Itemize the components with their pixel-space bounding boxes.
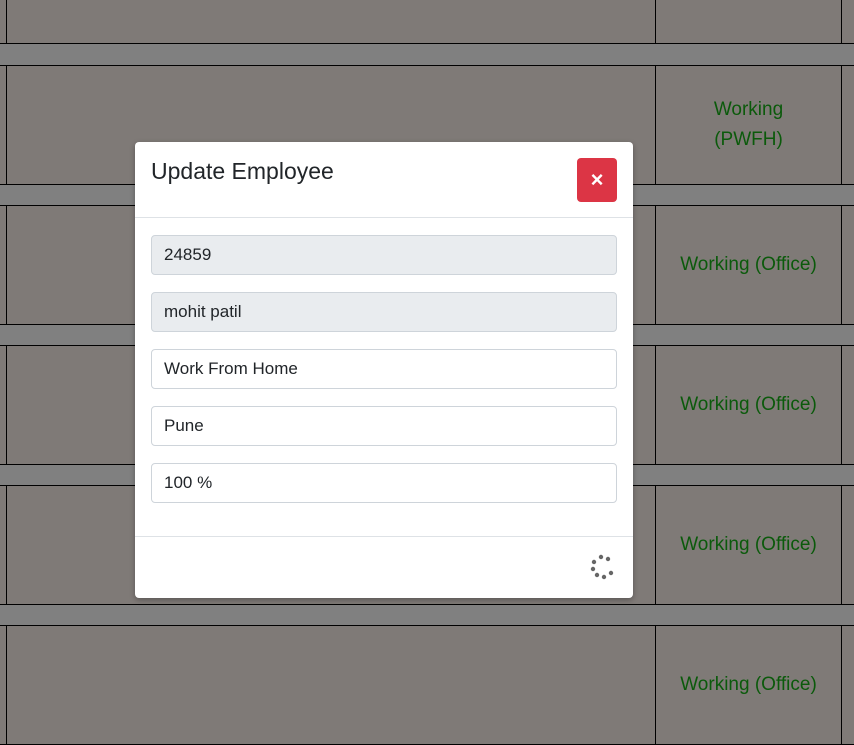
status-cell: Working (Office) bbox=[680, 254, 817, 275]
table-row: Working (Office) bbox=[0, 625, 854, 745]
close-button[interactable]: × bbox=[577, 158, 617, 202]
status-cell: Working (Office) bbox=[680, 534, 817, 555]
modal-title: Update Employee bbox=[151, 158, 334, 184]
percentage-field[interactable] bbox=[151, 463, 617, 503]
work-mode-field[interactable] bbox=[151, 349, 617, 389]
status-cell: Working (Office) bbox=[680, 394, 817, 415]
modal-header: Update Employee × bbox=[135, 142, 633, 218]
status-cell bbox=[656, 0, 841, 43]
modal-footer bbox=[135, 536, 633, 598]
employee-name-field[interactable] bbox=[151, 292, 617, 332]
status-cell: Working (PWFH) bbox=[713, 99, 784, 150]
table-row bbox=[0, 0, 854, 44]
employee-id-field[interactable] bbox=[151, 235, 617, 275]
spinner-icon bbox=[590, 554, 614, 580]
update-employee-modal: Update Employee × bbox=[135, 142, 633, 598]
location-field[interactable] bbox=[151, 406, 617, 446]
status-cell: Working (Office) bbox=[680, 674, 817, 695]
